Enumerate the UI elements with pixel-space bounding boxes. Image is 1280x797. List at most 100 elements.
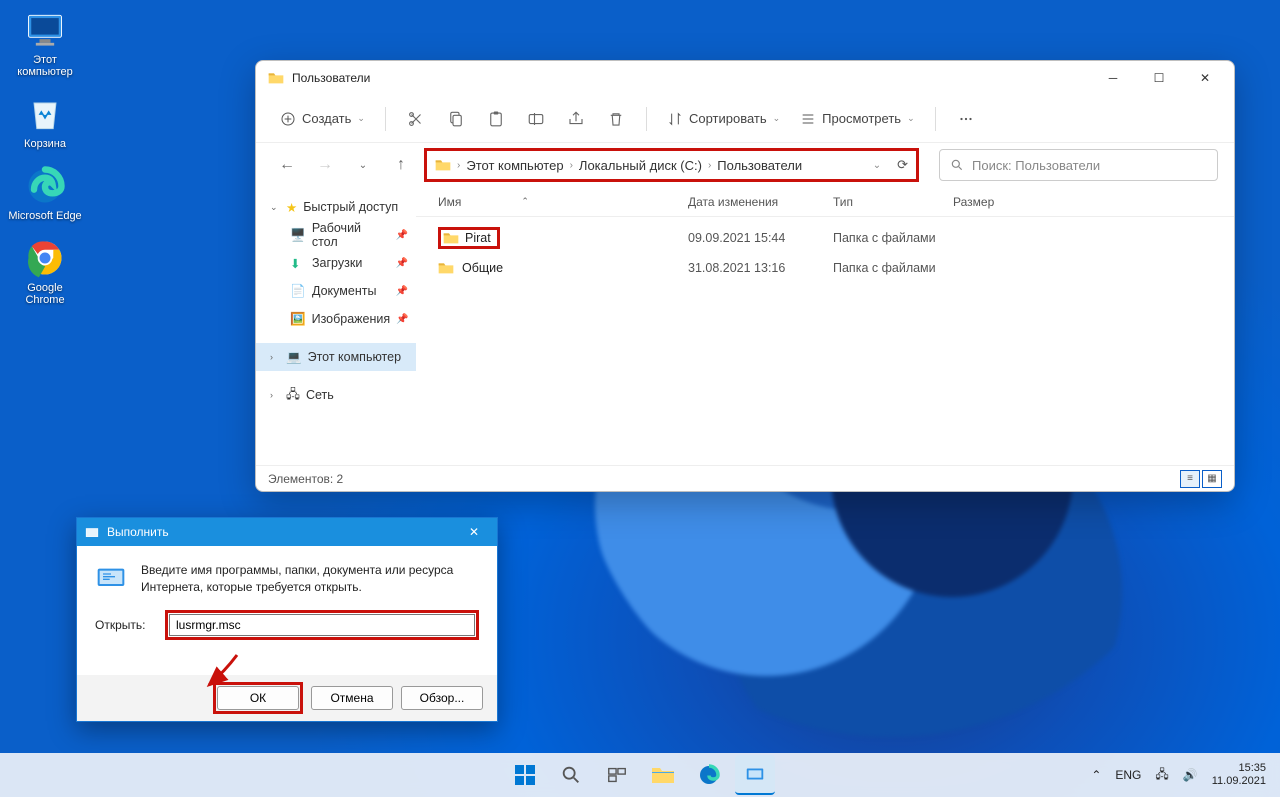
task-run[interactable] [735, 755, 775, 795]
sidebar-label: Рабочий стол [312, 221, 390, 249]
refresh-button[interactable]: ⟳ [897, 157, 908, 173]
search-input[interactable]: Поиск: Пользователи [939, 149, 1218, 181]
desktop-icon-label: Этот компьютер [8, 54, 82, 78]
breadcrumb-item[interactable]: Этот компьютер [466, 158, 563, 173]
desktop-icon-this-pc[interactable]: Этот компьютер [8, 8, 82, 78]
sidebar-label: Документы [312, 284, 376, 298]
col-date[interactable]: Дата изменения [688, 195, 833, 209]
sidebar: ⌄ ★ Быстрый доступ 🖥️Рабочий стол📌 ⬇Загр… [256, 187, 416, 465]
view-button-label: Просмотреть [822, 111, 901, 126]
sidebar-item-pictures[interactable]: 🖼️Изображения📌 [256, 305, 416, 333]
copy-button[interactable] [438, 103, 474, 135]
view-icons-button[interactable]: ▦ [1202, 470, 1222, 488]
task-search[interactable] [551, 755, 591, 795]
rename-button[interactable] [518, 103, 554, 135]
cut-icon [407, 110, 425, 128]
chevron-down-icon[interactable]: ⌄ [873, 160, 881, 171]
edge-icon [23, 164, 67, 208]
folder-icon [435, 158, 451, 172]
file-row[interactable]: Общие 31.08.2021 13:16 Папка с файлами [416, 253, 1234, 283]
status-text: Элементов: 2 [268, 472, 343, 486]
paste-button[interactable] [478, 103, 514, 135]
tray-date: 11.09.2021 [1212, 775, 1266, 788]
sidebar-item-downloads[interactable]: ⬇Загрузки📌 [256, 249, 416, 277]
task-view[interactable] [597, 755, 637, 795]
cut-button[interactable] [398, 103, 434, 135]
folder-icon [268, 71, 284, 85]
column-headers[interactable]: Имя⌃ Дата изменения Тип Размер [416, 187, 1234, 217]
tray-chevron[interactable]: ⌃ [1091, 768, 1101, 782]
col-size[interactable]: Размер [953, 195, 1033, 209]
pin-icon: 📌 [396, 258, 408, 269]
tray-time: 15:35 [1212, 762, 1266, 775]
desktop-icon-edge[interactable]: Microsoft Edge [8, 164, 82, 222]
nav-row: ← → ⌄ ↑ › Этот компьютер › Локальный дис… [256, 143, 1234, 187]
desktop-icon-chrome[interactable]: Google Chrome [8, 236, 82, 306]
file-type: Папка с файлами [833, 261, 953, 275]
desktop-icon-label: Microsoft Edge [8, 210, 81, 222]
breadcrumb-item[interactable]: Пользователи [717, 158, 802, 173]
desktop-icon-recycle-bin[interactable]: Корзина [8, 92, 82, 150]
sidebar-item-documents[interactable]: 📄Документы📌 [256, 277, 416, 305]
run-description: Введите имя программы, папки, документа … [141, 562, 479, 596]
status-bar: Элементов: 2 ≡ ▦ [256, 465, 1234, 491]
sidebar-label: Изображения [312, 312, 391, 326]
task-explorer[interactable] [643, 755, 683, 795]
tray-clock[interactable]: 15:35 11.09.2021 [1212, 762, 1266, 788]
sidebar-quick-access[interactable]: ⌄ ★ Быстрый доступ [256, 193, 416, 221]
tray-network-icon[interactable]: 🖧 [1155, 765, 1168, 786]
minimize-button[interactable]: ─ [1090, 63, 1136, 93]
recycle-bin-icon [23, 92, 67, 136]
plus-icon [280, 111, 296, 127]
back-button[interactable]: ← [272, 150, 302, 180]
more-button[interactable] [948, 103, 984, 135]
toolbar: Создать ⌄ Сортировать ⌄ Просмотреть ⌄ [256, 95, 1234, 143]
run-open-label: Открыть: [95, 618, 155, 632]
address-bar[interactable]: › Этот компьютер › Локальный диск (C:) ›… [424, 148, 919, 182]
recent-button[interactable]: ⌄ [348, 150, 378, 180]
rename-icon [527, 110, 545, 128]
titlebar[interactable]: Пользователи ─ ☐ ✕ [256, 61, 1234, 95]
view-button[interactable]: Просмотреть ⌄ [792, 103, 922, 135]
file-name: Общие [462, 261, 503, 275]
sidebar-label: Загрузки [312, 256, 362, 270]
desktop-icon-label: Корзина [24, 138, 66, 150]
file-date: 31.08.2021 13:16 [688, 261, 833, 275]
close-button[interactable]: ✕ [1182, 63, 1228, 93]
sort-button[interactable]: Сортировать ⌄ [659, 103, 788, 135]
cancel-button[interactable]: Отмена [311, 686, 393, 710]
tray-volume-icon[interactable]: 🔊 [1183, 768, 1198, 782]
start-button[interactable] [505, 755, 545, 795]
view-details-button[interactable]: ≡ [1180, 470, 1200, 488]
up-button[interactable]: ↑ [386, 150, 416, 180]
new-button[interactable]: Создать ⌄ [272, 103, 373, 135]
annotation-arrow [195, 651, 245, 699]
sidebar-this-pc[interactable]: ›💻Этот компьютер [256, 343, 416, 371]
run-app-icon [95, 562, 127, 594]
run-input[interactable] [169, 614, 475, 636]
run-icon [85, 525, 99, 539]
search-icon [560, 764, 582, 786]
col-name[interactable]: Имя [438, 195, 461, 209]
task-edge[interactable] [689, 755, 729, 795]
run-close-button[interactable]: ✕ [459, 525, 489, 539]
browse-button[interactable]: Обзор... [401, 686, 483, 710]
maximize-button[interactable]: ☐ [1136, 63, 1182, 93]
pin-icon: 📌 [396, 230, 408, 241]
pc-icon [23, 8, 67, 52]
more-icon [957, 110, 975, 128]
delete-button[interactable] [598, 103, 634, 135]
sort-button-label: Сортировать [689, 111, 767, 126]
forward-button[interactable]: → [310, 150, 340, 180]
run-titlebar[interactable]: Выполнить ✕ [77, 518, 497, 546]
sidebar-item-desktop[interactable]: 🖥️Рабочий стол📌 [256, 221, 416, 249]
sidebar-network[interactable]: ›🖧Сеть [256, 381, 416, 409]
col-type[interactable]: Тип [833, 195, 953, 209]
file-row[interactable]: Pirat 09.09.2021 15:44 Папка с файлами [416, 223, 1234, 253]
tray-lang[interactable]: ENG [1115, 768, 1141, 782]
breadcrumb-item[interactable]: Локальный диск (C:) [579, 158, 702, 173]
view-icon [800, 111, 816, 127]
file-name: Pirat [465, 231, 491, 245]
edge-icon [697, 763, 721, 787]
share-button[interactable] [558, 103, 594, 135]
